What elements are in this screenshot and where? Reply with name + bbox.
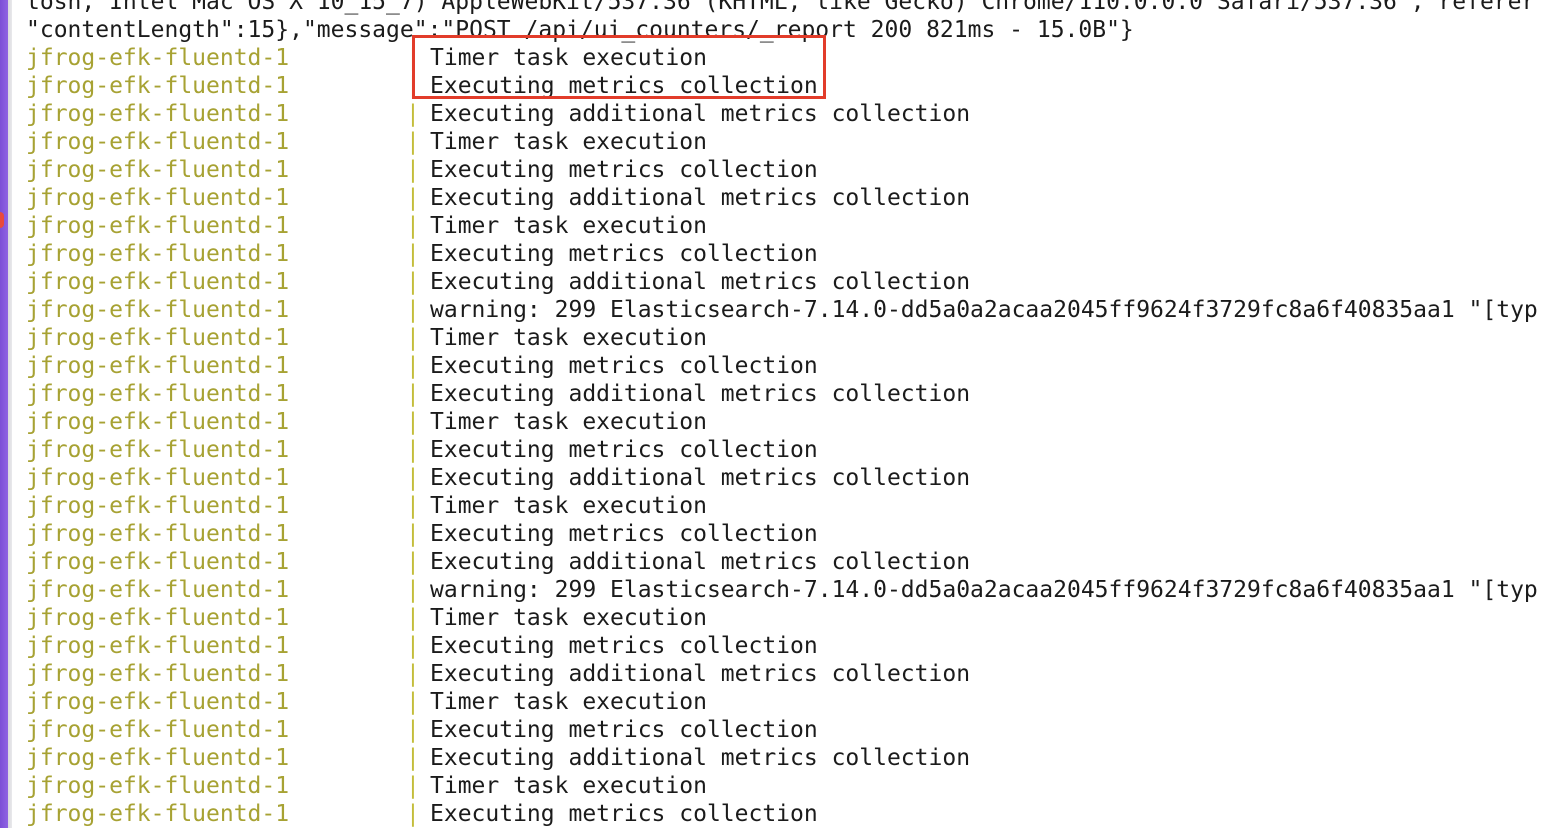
log-separator: | [406, 101, 420, 127]
log-service-name: jfrog-efk-fluentd-1 [26, 325, 290, 351]
log-separator: | [406, 549, 420, 575]
log-message: Executing metrics collection [430, 353, 818, 379]
log-message: Executing metrics collection [430, 633, 818, 659]
highlight-annotation-box [412, 35, 826, 99]
log-message: Executing additional metrics collection [430, 549, 971, 575]
log-separator: | [406, 493, 420, 519]
log-service-name: jfrog-efk-fluentd-1 [26, 409, 290, 435]
terminal-window: tosh; Intel Mac OS X 10_15_7) AppleWebKi… [0, 0, 1544, 828]
log-separator: | [406, 661, 420, 687]
log-service-name: jfrog-efk-fluentd-1 [26, 437, 290, 463]
log-message: Timer task execution [430, 605, 707, 631]
log-message: Executing additional metrics collection [430, 101, 971, 127]
terminal-output[interactable]: tosh; Intel Mac OS X 10_15_7) AppleWebKi… [26, 0, 1544, 828]
log-separator: | [406, 157, 420, 183]
log-separator: | [406, 689, 420, 715]
log-header-line: tosh; Intel Mac OS X 10_15_7) AppleWebKi… [26, 0, 1535, 16]
log-service-name: jfrog-efk-fluentd-1 [26, 773, 290, 799]
log-separator: | [406, 745, 420, 771]
log-message: warning: 299 Elasticsearch-7.14.0-dd5a0a… [430, 297, 1538, 323]
log-message: Timer task execution [430, 493, 707, 519]
window-edge-strip [0, 0, 12, 828]
log-service-name: jfrog-efk-fluentd-1 [26, 213, 290, 239]
log-message: Timer task execution [430, 213, 707, 239]
log-service-name: jfrog-efk-fluentd-1 [26, 73, 290, 99]
log-service-name: jfrog-efk-fluentd-1 [26, 241, 290, 267]
log-message: Executing metrics collection [430, 437, 818, 463]
log-service-name: jfrog-efk-fluentd-1 [26, 129, 290, 155]
log-service-name: jfrog-efk-fluentd-1 [26, 185, 290, 211]
log-separator: | [406, 269, 420, 295]
log-message: Executing metrics collection [430, 717, 818, 743]
log-message: Executing additional metrics collection [430, 745, 971, 771]
log-message: Timer task execution [430, 129, 707, 155]
log-separator: | [406, 801, 420, 827]
log-service-name: jfrog-efk-fluentd-1 [26, 521, 290, 547]
log-separator: | [406, 409, 420, 435]
log-separator: | [406, 241, 420, 267]
log-service-name: jfrog-efk-fluentd-1 [26, 661, 290, 687]
log-service-name: jfrog-efk-fluentd-1 [26, 297, 290, 323]
log-separator: | [406, 465, 420, 491]
log-separator: | [406, 185, 420, 211]
log-service-name: jfrog-efk-fluentd-1 [26, 577, 290, 603]
log-separator: | [406, 521, 420, 547]
log-message: Timer task execution [430, 409, 707, 435]
log-message: Executing additional metrics collection [430, 465, 971, 491]
log-message: Timer task execution [430, 325, 707, 351]
log-separator: | [406, 605, 420, 631]
log-separator: | [406, 325, 420, 351]
log-service-name: jfrog-efk-fluentd-1 [26, 549, 290, 575]
log-service-name: jfrog-efk-fluentd-1 [26, 633, 290, 659]
log-service-name: jfrog-efk-fluentd-1 [26, 465, 290, 491]
log-separator: | [406, 297, 420, 323]
log-separator: | [406, 633, 420, 659]
status-dot-icon [0, 212, 4, 228]
log-service-name: jfrog-efk-fluentd-1 [26, 689, 290, 715]
log-header-text: tosh; Intel Mac OS X 10_15_7) AppleWebKi… [26, 0, 1536, 15]
log-separator: | [406, 437, 420, 463]
log-message: Executing additional metrics collection [430, 381, 971, 407]
log-separator: | [406, 381, 420, 407]
log-service-name: jfrog-efk-fluentd-1 [26, 269, 290, 295]
log-service-name: jfrog-efk-fluentd-1 [26, 157, 290, 183]
log-message: Timer task execution [430, 689, 707, 715]
log-service-name: jfrog-efk-fluentd-1 [26, 745, 290, 771]
log-separator: | [406, 213, 420, 239]
log-message: Executing additional metrics collection [430, 269, 971, 295]
log-message: Executing additional metrics collection [430, 661, 971, 687]
log-separator: | [406, 577, 420, 603]
log-service-name: jfrog-efk-fluentd-1 [26, 381, 290, 407]
log-service-name: jfrog-efk-fluentd-1 [26, 45, 290, 71]
log-separator: | [406, 353, 420, 379]
log-message: Timer task execution [430, 773, 707, 799]
log-service-name: jfrog-efk-fluentd-1 [26, 801, 290, 827]
log-separator: | [406, 717, 420, 743]
log-message: Executing metrics collection [430, 157, 818, 183]
log-message: Executing metrics collection [430, 521, 818, 547]
log-service-name: jfrog-efk-fluentd-1 [26, 605, 290, 631]
log-service-name: jfrog-efk-fluentd-1 [26, 353, 290, 379]
log-separator: | [406, 129, 420, 155]
log-service-name: jfrog-efk-fluentd-1 [26, 101, 290, 127]
log-service-name: jfrog-efk-fluentd-1 [26, 717, 290, 743]
log-message: Executing additional metrics collection [430, 185, 971, 211]
log-message: warning: 299 Elasticsearch-7.14.0-dd5a0a… [430, 577, 1538, 603]
log-separator: | [406, 773, 420, 799]
log-message: Executing metrics collection [430, 801, 818, 827]
log-message: Executing metrics collection [430, 241, 818, 267]
log-service-name: jfrog-efk-fluentd-1 [26, 493, 290, 519]
